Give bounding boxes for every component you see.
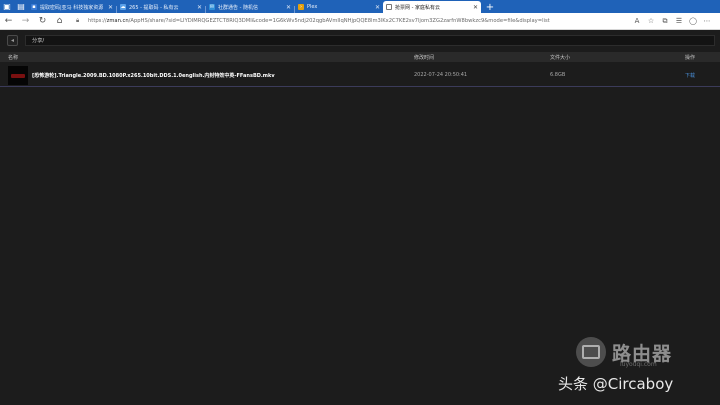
path-bar: ◂ 分享/: [7, 35, 715, 46]
back-icon[interactable]: ←: [0, 13, 17, 30]
browser-tab-4[interactable]: › Plex ✕: [295, 1, 383, 13]
refresh-icon[interactable]: ↻: [34, 13, 51, 30]
download-link[interactable]: 下载: [685, 64, 695, 86]
more-menu-icon[interactable]: ⋯: [700, 14, 714, 28]
collections-icon[interactable]: ⧉: [658, 14, 672, 28]
mail-icon: ✉: [209, 4, 215, 10]
path-back-icon[interactable]: ◂: [7, 35, 18, 46]
url-path: /AppHS/share/?sid=LIYDIMRQGEZTCT8RIQ3DMI…: [128, 18, 550, 24]
header-size[interactable]: 文件大小: [550, 52, 570, 62]
file-modified: 2022-07-24 20:50:41: [414, 72, 468, 78]
close-tab-icon[interactable]: ✕: [108, 4, 113, 11]
window-menu-icon[interactable]: ▣: [0, 0, 14, 13]
close-tab-icon[interactable]: ✕: [197, 4, 202, 11]
watermark-credit: 头条 @Circaboy: [558, 375, 674, 393]
url-host: zman.cn: [106, 18, 129, 24]
read-aloud-icon[interactable]: A: [630, 14, 644, 28]
browser-tab-strip: ▣ ▤ ▪ 提取密码|亚马 科技独家资源 ✕ ☁ 265 - 提取码 - 私有云…: [0, 0, 720, 13]
page-icon: [386, 4, 392, 10]
address-bar[interactable]: 🔒︎ https://zman.cn/AppHS/share/?sid=LIYD…: [76, 15, 630, 28]
close-tab-icon[interactable]: ✕: [286, 4, 291, 11]
path-breadcrumb[interactable]: 分享/: [25, 35, 715, 46]
file-table-header: 名称 修改时间 文件大小 操作: [0, 52, 720, 62]
header-name[interactable]: 名称: [8, 52, 18, 62]
table-row[interactable]: [恐怖游轮].Triangle.2009.BD.1080P.x265.10bit…: [0, 64, 720, 87]
watermark: 路由器 luyouqi.com 头条 @Circaboy: [558, 337, 708, 395]
toolbar-right-icons: A ☆ ⧉ ☰ ◯ ⋯: [630, 14, 714, 28]
lock-icon: 🔒︎: [76, 17, 80, 24]
router-logo-icon: [576, 337, 606, 367]
page-icon: ▪: [31, 4, 37, 10]
browser-tab-2[interactable]: ☁ 265 - 提取码 - 私有云 ✕: [117, 1, 205, 13]
tab-title: 265 - 提取码 - 私有云: [129, 4, 179, 11]
video-thumbnail: [8, 66, 28, 85]
header-modified[interactable]: 修改时间: [414, 52, 434, 62]
tab-title: 提取密码|亚马 科技独家资源: [40, 4, 104, 11]
cloud-icon: ☁: [120, 4, 126, 10]
favorite-star-icon[interactable]: ☆: [644, 14, 658, 28]
url-scheme: https://: [88, 18, 107, 24]
file-name[interactable]: [恐怖游轮].Triangle.2009.BD.1080P.x265.10bit…: [32, 64, 275, 86]
browser-tab-1[interactable]: ▪ 提取密码|亚马 科技独家资源 ✕: [28, 1, 116, 13]
close-tab-icon[interactable]: ✕: [473, 4, 478, 11]
close-tab-icon[interactable]: ✕: [375, 4, 380, 11]
browser-tab-3[interactable]: ✉ 社群通告 - 随机信 ✕: [206, 1, 294, 13]
tab-title: 抢票网 - 家庭私有云: [395, 4, 440, 11]
browser-toolbar: ← → ↻ ⌂ 🔒︎ https://zman.cn/AppHS/share/?…: [0, 13, 720, 30]
tab-actions-icon[interactable]: ▤: [14, 0, 28, 13]
file-size: 6.8GB: [550, 72, 566, 78]
tab-title: Plex: [307, 4, 318, 10]
new-tab-button[interactable]: +: [484, 1, 496, 13]
home-icon[interactable]: ⌂: [51, 13, 68, 30]
forward-icon[interactable]: →: [17, 13, 34, 30]
header-action: 操作: [685, 54, 696, 61]
tab-title: 社群通告 - 随机信: [218, 4, 258, 11]
browser-tab-active[interactable]: 抢票网 - 家庭私有云 ✕: [383, 1, 481, 13]
favorites-list-icon[interactable]: ☰: [672, 14, 686, 28]
plex-icon: ›: [298, 4, 304, 10]
watermark-site: luyouqi.com: [620, 361, 657, 368]
profile-icon[interactable]: ◯: [686, 14, 700, 28]
